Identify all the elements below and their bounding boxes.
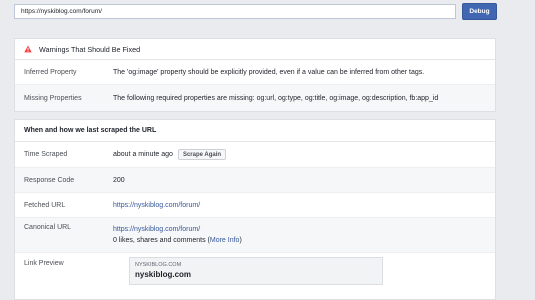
stats-text: 0 likes, shares and comments ( [113, 237, 210, 244]
stats-end: ) [239, 237, 242, 244]
more-info-link[interactable]: More Info [210, 237, 240, 244]
scrape-card: When and how we last scraped the URL Tim… [14, 119, 496, 300]
warning-icon [24, 45, 32, 53]
url-input-value: https://nyskiblog.com/forum/ [21, 8, 102, 15]
canonical-url-link[interactable]: https://nyskiblog.com/forum/ [113, 226, 495, 233]
link-preview-label: Link Preview [24, 260, 64, 267]
scrape-again-button[interactable]: Scrape Again [177, 149, 227, 160]
response-code-value: 200 [113, 176, 125, 184]
warning-row-inferred: Inferred Property The 'og:image' propert… [15, 60, 495, 85]
scrape-header: When and how we last scraped the URL [15, 120, 495, 142]
warning-value: The 'og:image' property should be explic… [113, 68, 425, 76]
warning-label: Inferred Property [24, 68, 77, 76]
warnings-title: Warnings That Should Be Fixed [39, 44, 141, 54]
warning-value: The following required properties are mi… [113, 94, 439, 102]
time-scraped-cell: about a minute ago Scrape Again [113, 149, 495, 160]
time-scraped-row: Time Scraped about a minute ago Scrape A… [15, 142, 495, 168]
fetched-url-link[interactable]: https://nyskiblog.com/forum/ [113, 202, 495, 209]
canonical-url-cell: https://nyskiblog.com/forum/ 0 likes, sh… [113, 226, 495, 244]
response-code-label: Response Code [24, 176, 75, 184]
warnings-card: Warnings That Should Be Fixed Inferred P… [14, 38, 496, 112]
response-code-row: Response Code 200 [15, 168, 495, 193]
link-preview-row: Link Preview NYSKIBLOG.COM nyskiblog.com [15, 253, 495, 299]
preview-domain: NYSKIBLOG.COM [135, 262, 182, 268]
time-scraped-value: about a minute ago [113, 151, 173, 158]
debug-button[interactable]: Debug [462, 3, 497, 20]
canonical-url-label: Canonical URL [24, 224, 72, 231]
preview-title: nyskiblog.com [135, 270, 192, 279]
url-input[interactable]: https://nyskiblog.com/forum/ [14, 4, 456, 19]
scrape-title: When and how we last scraped the URL [24, 127, 157, 134]
time-scraped-label: Time Scraped [24, 151, 68, 158]
fetched-url-label: Fetched URL [24, 201, 66, 209]
canonical-url-stats: 0 likes, shares and comments (More Info) [113, 237, 495, 244]
canonical-url-row: Canonical URL https://nyskiblog.com/foru… [15, 218, 495, 253]
warning-label: Missing Properties [24, 94, 82, 102]
link-preview-card[interactable]: NYSKIBLOG.COM nyskiblog.com [129, 257, 383, 285]
fetched-url-row: Fetched URL https://nyskiblog.com/forum/ [15, 193, 495, 218]
warnings-header: Warnings That Should Be Fixed [15, 39, 495, 60]
warning-row-missing: Missing Properties The following require… [15, 85, 495, 111]
